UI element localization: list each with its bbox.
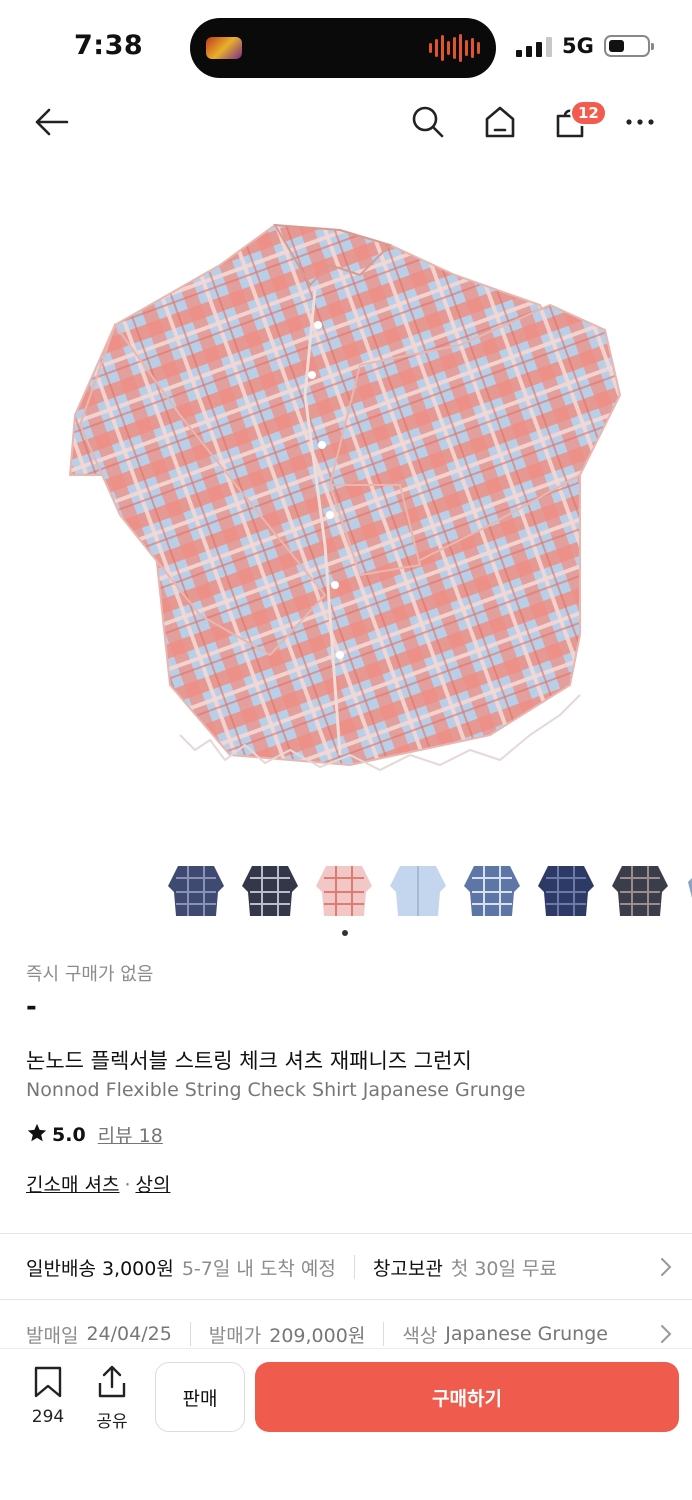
instant-purchase-status: 즉시 구매가 없음 xyxy=(26,964,154,985)
thumbnail-7[interactable] xyxy=(610,858,670,920)
image-thumbnail-strip[interactable] xyxy=(166,858,692,922)
thumbnail-2[interactable] xyxy=(240,858,300,920)
product-title-korean: 논노드 플렉서블 스트링 체크 셔츠 재패니즈 그런지 xyxy=(26,1049,472,1073)
category-breadcrumb: 긴소매 셔츠 · 상의 xyxy=(26,1170,170,1197)
thumbnail-8-partial[interactable] xyxy=(684,858,692,920)
cart-count-badge: 12 xyxy=(570,100,607,126)
chevron-right-icon[interactable] xyxy=(656,1320,676,1348)
more-options-icon[interactable] xyxy=(622,92,658,152)
star-icon xyxy=(26,1122,48,1148)
storage-detail: 첫 30일 무료 xyxy=(450,1257,557,1280)
release-date-value: 24/04/25 xyxy=(86,1323,172,1345)
status-bar: 7:38 5G xyxy=(0,0,692,92)
bottom-action-bar: 294 공유 판매 구매하기 xyxy=(0,1348,692,1500)
share-label: 공유 xyxy=(96,1412,128,1432)
color-label: 색상 xyxy=(402,1324,438,1347)
chevron-right-icon[interactable] xyxy=(656,1253,676,1281)
share-icon xyxy=(96,1365,128,1403)
thumbnail-1[interactable] xyxy=(166,858,226,920)
category-link-tops[interactable]: 상의 xyxy=(136,1174,171,1196)
search-icon[interactable] xyxy=(408,92,448,152)
back-arrow-icon[interactable] xyxy=(30,92,72,152)
share-button[interactable]: 공유 xyxy=(84,1365,140,1432)
rating-score: 5.0 xyxy=(52,1123,86,1146)
shipping-info-row[interactable]: 일반배송 3,000원 5-7일 내 도착 예정 창고보관 첫 30일 무료 xyxy=(26,1253,676,1281)
section-divider xyxy=(0,1299,692,1300)
audio-waveform-icon xyxy=(429,34,480,62)
release-date-label: 발매일 xyxy=(26,1324,79,1347)
network-type: 5G xyxy=(562,34,594,58)
category-separator: · xyxy=(124,1174,131,1196)
home-icon[interactable] xyxy=(480,92,520,152)
review-link[interactable]: 리뷰 18 xyxy=(98,1121,163,1148)
thumbnail-5[interactable] xyxy=(462,858,522,920)
now-playing-artwork xyxy=(206,37,242,59)
status-time: 7:38 xyxy=(74,30,144,61)
battery-icon xyxy=(604,35,654,57)
vertical-divider xyxy=(383,1322,385,1346)
shipping-method: 일반배송 3,000원 xyxy=(26,1257,174,1280)
sell-button[interactable]: 판매 xyxy=(155,1362,245,1432)
release-info-row[interactable]: 발매일 24/04/25 발매가 209,000원 색상 Japanese Gr… xyxy=(26,1320,676,1348)
color-value: Japanese Grunge xyxy=(445,1323,608,1345)
carousel-page-indicator xyxy=(342,930,348,936)
section-divider xyxy=(0,1233,692,1234)
product-rating: 5.0 리뷰 18 xyxy=(26,1121,163,1148)
buy-button[interactable]: 구매하기 xyxy=(255,1362,679,1432)
bookmark-icon xyxy=(33,1365,63,1403)
thumbnail-4[interactable] xyxy=(388,858,448,920)
bookmark-button[interactable]: 294 xyxy=(20,1365,76,1427)
vertical-divider xyxy=(353,1255,355,1279)
product-main-image[interactable] xyxy=(60,215,640,795)
signal-strength-icon xyxy=(516,37,552,57)
release-price-value: 209,000원 xyxy=(269,1324,366,1347)
price: - xyxy=(26,992,37,1022)
category-link-long-sleeve-shirts[interactable]: 긴소매 셔츠 xyxy=(26,1174,119,1196)
shipping-eta: 5-7일 내 도착 예정 xyxy=(181,1257,336,1280)
thumbnail-3[interactable] xyxy=(314,858,374,920)
bookmark-count: 294 xyxy=(31,1407,65,1427)
release-price-label: 발매가 xyxy=(208,1324,262,1347)
dynamic-island[interactable] xyxy=(190,18,496,78)
product-title-english: Nonnod Flexible String Check Shirt Japan… xyxy=(26,1079,526,1101)
storage-label: 창고보관 xyxy=(372,1257,443,1280)
thumbnail-6[interactable] xyxy=(536,858,596,920)
vertical-divider xyxy=(189,1322,191,1346)
